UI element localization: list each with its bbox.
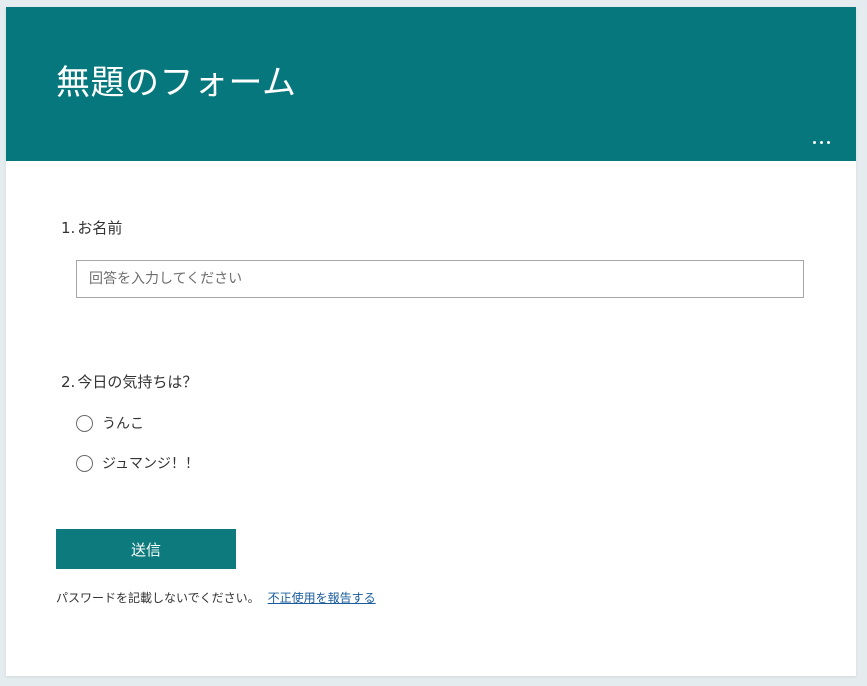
submit-button[interactable]: 送信 <box>56 529 236 569</box>
password-notice: パスワードを記載しないでください。 <box>56 591 260 605</box>
question-number: 2. <box>61 373 76 391</box>
form-header: 無題のフォーム <box>6 7 856 161</box>
radio-option-1[interactable]: うんこ <box>76 412 144 434</box>
ellipsis-icon <box>819 140 823 144</box>
question-label: 今日の気持ちは？ <box>77 373 198 391</box>
radio-option-2[interactable]: ジュマンジ！！ <box>76 452 199 474</box>
radio-button[interactable] <box>76 414 93 432</box>
radio-button[interactable] <box>76 454 93 472</box>
form-title: 無題のフォーム <box>56 63 297 103</box>
footer: パスワードを記載しないでください。 不正使用を報告する <box>56 589 376 606</box>
radio-option-label: ジュマンジ！！ <box>102 456 200 472</box>
name-input[interactable] <box>76 260 804 298</box>
radio-option-label: うんこ <box>102 416 144 432</box>
ellipsis-icon <box>826 140 830 144</box>
more-options-button[interactable] <box>807 133 835 151</box>
question-number: 1. <box>61 219 76 237</box>
report-abuse-link[interactable]: 不正使用を報告する <box>268 591 376 605</box>
question-label: お名前 <box>77 219 123 237</box>
question-1-title: 1. お名前 <box>61 218 122 238</box>
form-card: 無題のフォーム 1.お名前 2.今日の気持ちは？ うんこ ジュマンジ！！ 送信 … <box>6 7 856 676</box>
ellipsis-icon <box>812 140 816 144</box>
question-2-title: 2. 今日の気持ちは？ <box>61 372 197 392</box>
